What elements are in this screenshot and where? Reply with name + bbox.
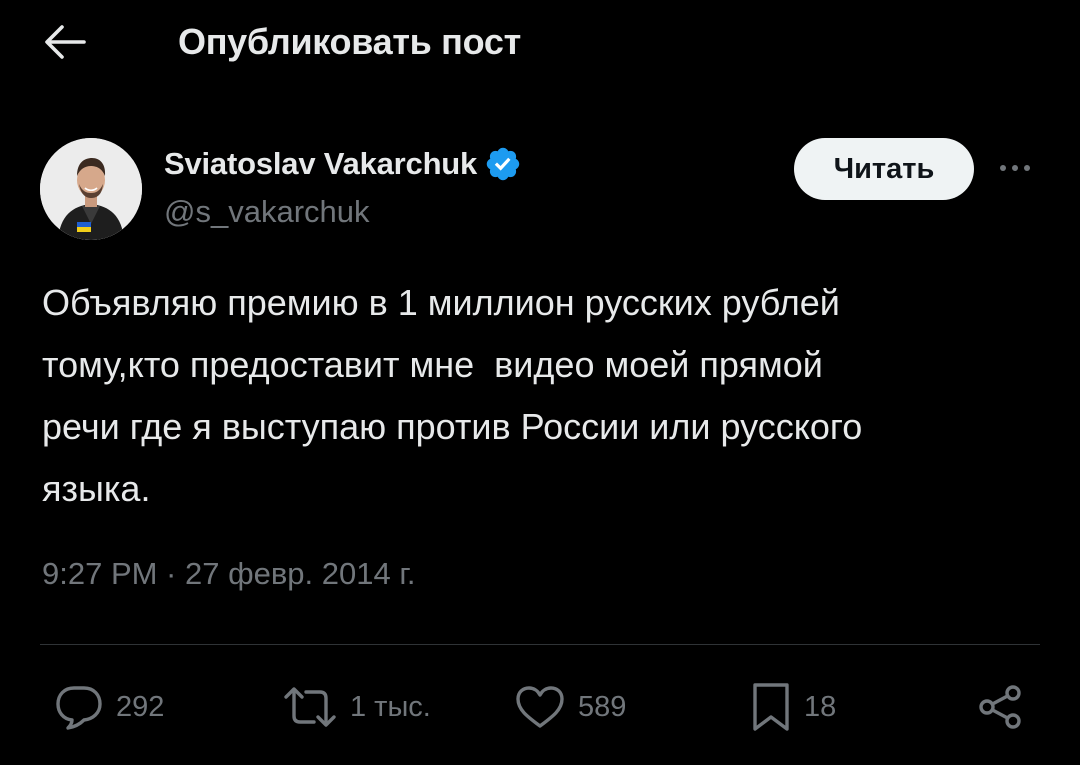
bookmark-count: 18	[804, 690, 837, 723]
top-bar: Опубликовать пост	[0, 0, 1080, 86]
like-count: 589	[578, 690, 627, 723]
follow-button[interactable]: Читать	[794, 138, 974, 200]
page-title: Опубликовать пост	[178, 21, 521, 62]
like-button[interactable]: 589	[514, 672, 626, 742]
share-nodes-icon	[976, 682, 1026, 732]
share-button[interactable]	[976, 672, 1026, 742]
speech-bubble-icon	[54, 684, 104, 730]
divider	[40, 644, 1040, 645]
more-options-button[interactable]	[990, 148, 1040, 188]
repost-arrows-icon	[282, 684, 338, 730]
back-button[interactable]	[40, 20, 90, 64]
author-handle[interactable]: @s_vakarchuk	[164, 194, 370, 230]
repost-count: 1 тыс.	[350, 690, 431, 723]
post-timestamp[interactable]: 9:27 PM · 27 февр. 2014 г.	[42, 556, 415, 592]
arrow-left-icon	[44, 24, 86, 60]
bookmark-icon	[750, 681, 792, 733]
repost-button[interactable]: 1 тыс.	[282, 672, 431, 742]
author-block: Sviatoslav Vakarchuk @s_vakarchuk Читать	[40, 138, 1040, 242]
more-horizontal-icon	[995, 162, 1035, 174]
action-bar: 292 1 тыс. 589 18	[0, 672, 1080, 742]
avatar[interactable]	[40, 138, 142, 240]
reply-button[interactable]: 292	[54, 672, 164, 742]
post-text: Объявляю премию в 1 миллион русских рубл…	[42, 282, 863, 509]
author-name: Sviatoslav Vakarchuk	[164, 146, 478, 181]
author-name-row[interactable]: Sviatoslav Vakarchuk	[164, 144, 523, 184]
verified-badge-icon	[483, 144, 523, 184]
reply-count: 292	[116, 690, 165, 723]
bookmark-button[interactable]: 18	[750, 672, 836, 742]
heart-icon	[514, 684, 566, 730]
